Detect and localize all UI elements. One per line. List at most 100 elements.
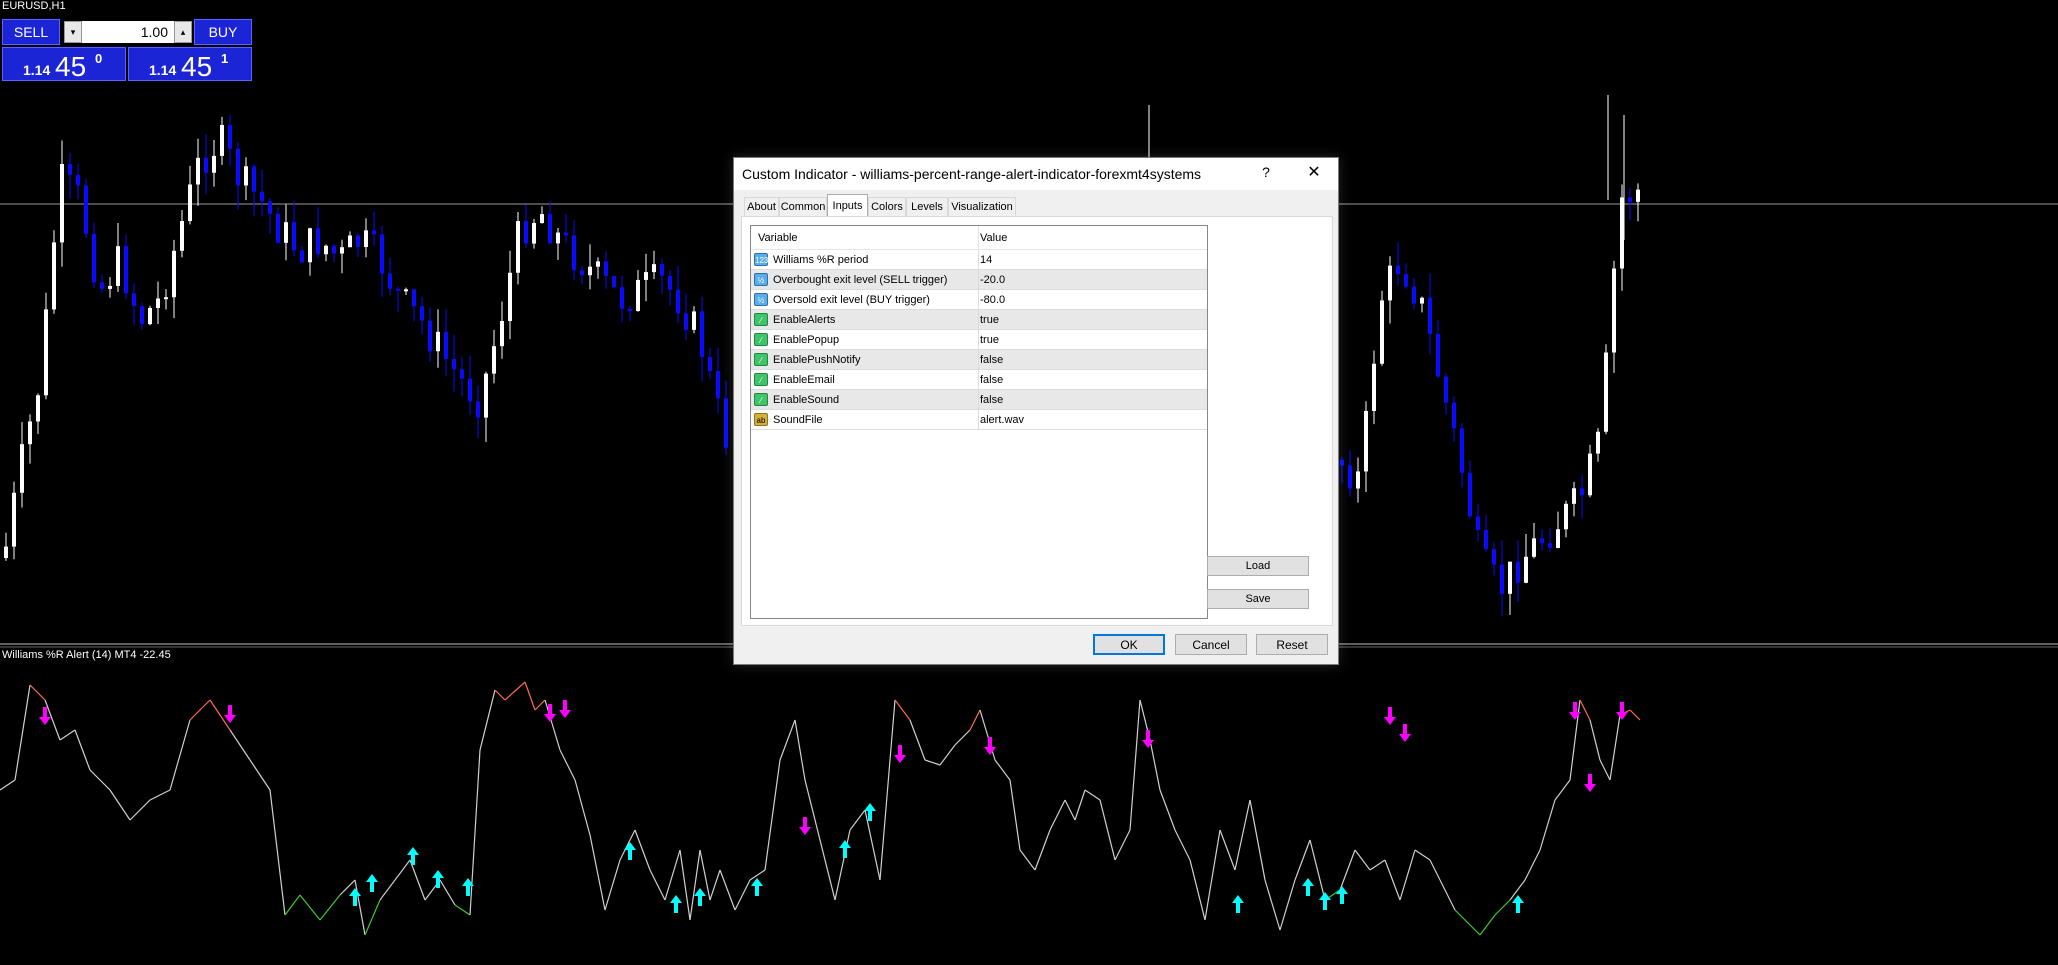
param-row[interactable]: ⁄ EnablePushNotify false: [751, 350, 1207, 370]
candle-body: [68, 164, 72, 175]
param-value[interactable]: 14: [980, 254, 992, 266]
candle-body: [108, 285, 112, 289]
candle-body: [4, 546, 8, 558]
param-value[interactable]: true: [980, 334, 999, 346]
sell-button[interactable]: SELL: [2, 19, 60, 45]
reset-button[interactable]: Reset: [1256, 634, 1328, 655]
row-divider: [978, 370, 979, 390]
candle-body: [540, 214, 544, 224]
candle-body: [396, 288, 400, 291]
candle-body: [1444, 376, 1448, 403]
candle-body: [116, 246, 120, 286]
candle-body: [124, 246, 128, 294]
tab-colors[interactable]: Colors: [868, 197, 906, 216]
candle-body: [1340, 460, 1344, 466]
buy-button[interactable]: BUY: [194, 19, 252, 45]
candle-body: [172, 250, 176, 298]
tab-levels[interactable]: Levels: [906, 197, 948, 216]
param-number-icon: ½: [754, 273, 768, 286]
ok-button[interactable]: OK: [1093, 634, 1165, 655]
param-value[interactable]: false: [980, 374, 1003, 386]
tab-visualization[interactable]: Visualization: [948, 197, 1016, 216]
param-value[interactable]: false: [980, 354, 1003, 366]
candle-body: [1348, 465, 1352, 489]
param-value[interactable]: alert.wav: [980, 414, 1024, 426]
tab-inputs[interactable]: Inputs: [827, 194, 868, 217]
candle-body: [548, 214, 552, 244]
candle-body: [356, 235, 360, 247]
param-boolean-icon: ⁄: [754, 313, 768, 326]
help-icon[interactable]: ?: [1256, 164, 1276, 184]
buy-price-display[interactable]: 1.14 45 1: [128, 47, 252, 82]
tab-about[interactable]: About: [744, 197, 779, 216]
param-value[interactable]: false: [980, 394, 1003, 406]
candle-body: [60, 164, 64, 243]
candle-body: [52, 242, 56, 310]
param-row[interactable]: 123 Williams %R period 14: [751, 250, 1207, 270]
param-boolean-icon: ⁄: [754, 333, 768, 346]
param-row[interactable]: ½ Oversold exit level (BUY trigger) -80.0: [751, 290, 1207, 310]
row-divider: [978, 250, 979, 270]
candle-body: [276, 213, 280, 243]
cancel-button[interactable]: Cancel: [1175, 634, 1247, 655]
candle-body: [244, 166, 248, 186]
param-name: EnablePushNotify: [773, 354, 861, 366]
candle-body: [572, 235, 576, 271]
candle-body: [212, 155, 216, 173]
candle-body: [332, 245, 336, 254]
candle-body: [404, 289, 408, 292]
lot-decrease-button[interactable]: ▾: [64, 21, 82, 43]
buy-price-fraction: 1: [221, 51, 229, 66]
candle-body: [340, 247, 344, 254]
row-divider: [978, 330, 979, 350]
candle-body: [1564, 503, 1568, 530]
column-header-variable[interactable]: Variable: [758, 232, 798, 244]
dialog-titlebar[interactable]: Custom Indicator - williams-percent-rang…: [734, 158, 1338, 190]
param-name: SoundFile: [773, 414, 823, 426]
param-number-icon: ½: [754, 293, 768, 306]
param-value[interactable]: -80.0: [980, 294, 1005, 306]
param-value[interactable]: true: [980, 314, 999, 326]
param-row[interactable]: ½ Overbought exit level (SELL trigger) -20…: [751, 270, 1207, 290]
param-row[interactable]: ⁄ EnableSound false: [751, 390, 1207, 410]
candle-body: [84, 185, 88, 234]
column-header-value[interactable]: Value: [980, 232, 1007, 244]
save-button[interactable]: Save: [1207, 589, 1309, 609]
candle-body: [228, 124, 232, 149]
candle-body: [452, 358, 456, 370]
candle-body: [612, 276, 616, 288]
param-row[interactable]: ab SoundFile alert.wav: [751, 410, 1207, 430]
candle-body: [292, 222, 296, 251]
candle-body: [1460, 428, 1464, 473]
candle-body: [44, 309, 48, 396]
candle-body: [236, 148, 240, 186]
candle-body: [724, 398, 728, 448]
candle-body: [628, 308, 632, 312]
row-divider: [978, 290, 979, 310]
candle-body: [1404, 274, 1408, 287]
candle-body: [412, 289, 416, 307]
lot-size-input[interactable]: [84, 21, 170, 43]
candle-body: [364, 230, 368, 247]
candle-body: [1380, 300, 1384, 364]
tab-common[interactable]: Common: [779, 197, 827, 216]
load-button[interactable]: Load: [1207, 556, 1309, 576]
sell-price-display[interactable]: 1.14 45 0: [2, 47, 126, 82]
candle-body: [508, 272, 512, 322]
candle-body: [100, 282, 104, 289]
param-row[interactable]: ⁄ EnableAlerts true: [751, 310, 1207, 330]
candle-body: [492, 346, 496, 374]
row-divider: [978, 390, 979, 410]
param-row[interactable]: ⁄ EnablePopup true: [751, 330, 1207, 350]
param-row[interactable]: ⁄ EnableEmail false: [751, 370, 1207, 390]
candle-body: [1428, 297, 1432, 334]
sell-price-prefix: 1.14: [23, 62, 51, 78]
candle-body: [284, 222, 288, 243]
param-value[interactable]: -20.0: [980, 274, 1005, 286]
candle-body: [1484, 530, 1488, 550]
lot-increase-button[interactable]: ▴: [174, 21, 192, 43]
param-name: Oversold exit level (BUY trigger): [773, 294, 930, 306]
close-icon[interactable]: ✕: [1302, 162, 1326, 184]
inputs-grid[interactable]: Variable Value 123 Williams %R period 14 ½ O…: [750, 225, 1208, 619]
candle-body: [620, 287, 624, 309]
